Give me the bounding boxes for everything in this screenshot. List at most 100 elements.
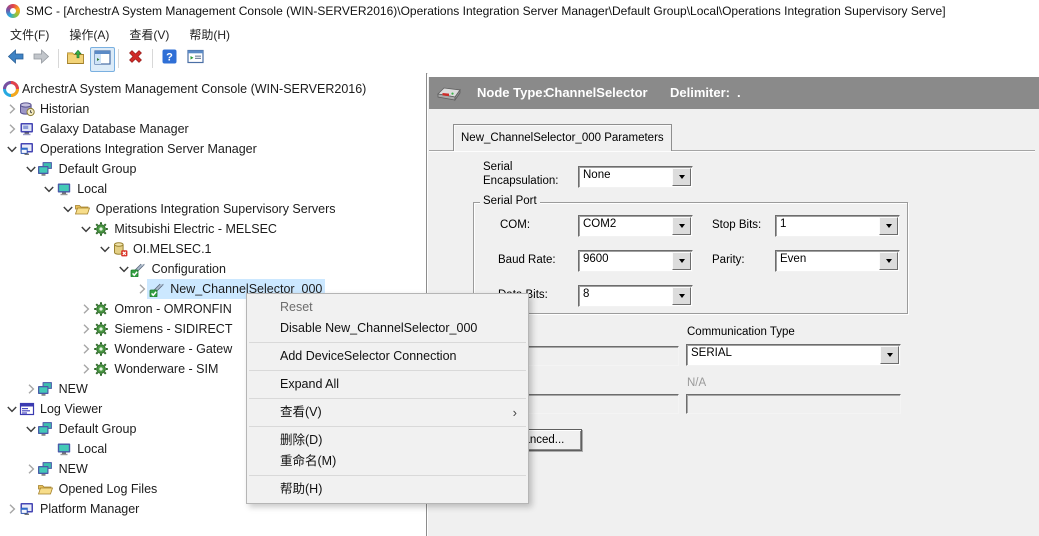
tree-item-label: Local	[74, 179, 110, 199]
toolbar: ?	[0, 44, 1039, 74]
serial-encapsulation-label: Serial	[483, 161, 512, 173]
dropdown-arrow-icon	[879, 217, 898, 235]
tree-item-mitsubishi-electric-melsec[interactable]: Mitsubishi Electric - MELSEC	[0, 219, 426, 239]
forward-icon	[32, 47, 51, 71]
submenu-arrow-icon: ›	[513, 402, 517, 423]
folder-open-icon	[37, 481, 53, 497]
tree-item-operations-integration-server-manager[interactable]: Operations Integration Server Manager	[0, 139, 426, 159]
back-button[interactable]	[4, 47, 27, 70]
tree-item-archestra-system-management-console-win-server2016[interactable]: ArchestrA System Management Console (WIN…	[0, 79, 426, 99]
toolbar-separator	[58, 49, 59, 68]
dropdown-arrow-icon	[880, 346, 899, 364]
context-menu-item-reset: Reset	[247, 297, 528, 318]
tree-item-configuration[interactable]: Configuration	[0, 259, 426, 279]
context-menu-item-add-deviceselector-connection[interactable]: Add DeviceSelector Connection	[247, 346, 528, 367]
tree-item-default-group[interactable]: Default Group	[0, 159, 426, 179]
dropdown-arrow-icon	[879, 252, 898, 270]
monitor-app-icon	[19, 501, 35, 517]
tree-item-label: Galaxy Database Manager	[37, 119, 192, 139]
tree-item-galaxy-database-manager[interactable]: Galaxy Database Manager	[0, 119, 426, 139]
tree-item-label: Default Group	[56, 419, 140, 439]
tree-item-operations-integration-supervisory-servers[interactable]: Operations Integration Supervisory Serve…	[0, 199, 426, 219]
show-console-tree-button[interactable]	[90, 47, 115, 72]
tree-item-label: Siemens - SIDIRECT	[111, 319, 235, 339]
computer-icon	[56, 181, 72, 197]
tree-item-local[interactable]: Local	[0, 179, 426, 199]
computers-group-icon	[37, 461, 53, 477]
tree-item-label: NEW	[56, 459, 91, 479]
communication-type-select[interactable]: SERIAL	[686, 344, 901, 366]
context-menu-item-disable-new-channelselector-000[interactable]: Disable New_ChannelSelector_000	[247, 318, 528, 339]
node-type-header: Node Type: ChannelSelector Delimiter: .	[429, 77, 1039, 109]
tree-item-historian[interactable]: Historian	[0, 99, 426, 119]
tree-item-label: Wonderware - SIM	[111, 359, 221, 379]
computer-icon	[56, 441, 72, 457]
menu-action[interactable]: 操作(A)	[59, 23, 119, 46]
dropdown-arrow-icon	[672, 217, 691, 235]
app-logo-icon	[6, 4, 20, 18]
help-button[interactable]: ?	[158, 47, 181, 70]
serial-encapsulation-select[interactable]: None	[578, 166, 693, 188]
gear-icon	[93, 301, 109, 317]
context-menu: Reset Disable New_ChannelSelector_000 Add …	[246, 293, 529, 504]
up-one-level-icon	[66, 47, 85, 71]
menu-help[interactable]: 帮助(H)	[179, 23, 240, 46]
database-error-icon	[112, 241, 128, 257]
context-menu-item-重命名-m[interactable]: 重命名(M)	[247, 451, 528, 472]
tree-item-label: Default Group	[56, 159, 140, 179]
com-select[interactable]: COM2	[578, 215, 693, 237]
menu-separator	[249, 398, 526, 399]
menu-file[interactable]: 文件(F)	[0, 23, 59, 46]
tree-item-label: Log Viewer	[37, 399, 105, 419]
menu-item-label: 重命名(M)	[280, 454, 336, 468]
tree-item-label: Configuration	[149, 259, 229, 279]
gear-icon	[93, 321, 109, 337]
toolbar-separator	[152, 49, 153, 68]
communication-type-label: Communication Type	[687, 326, 795, 338]
data-bits-select[interactable]: 8	[578, 285, 693, 307]
help-icon: ?	[160, 47, 179, 71]
menu-item-label: Add DeviceSelector Connection	[280, 349, 457, 363]
tree-item-label: Operations Integration Supervisory Serve…	[93, 199, 339, 219]
menu-separator	[249, 475, 526, 476]
tree-item-label: Platform Manager	[37, 499, 142, 519]
monitor-db-icon	[19, 121, 35, 137]
menu-separator	[249, 370, 526, 371]
menu-item-label: 帮助(H)	[280, 482, 322, 496]
context-menu-item-查看-v[interactable]: 查看(V)›	[247, 402, 528, 423]
na-label: N/A	[687, 377, 706, 389]
menu-view[interactable]: 查看(V)	[119, 23, 179, 46]
context-menu-item-帮助-h[interactable]: 帮助(H)	[247, 479, 528, 500]
menu-item-label: 删除(D)	[280, 433, 322, 447]
context-menu-item-删除-d[interactable]: 删除(D)	[247, 430, 528, 451]
baud-rate-select[interactable]: 9600	[578, 250, 693, 272]
window-title: SMC - [ArchestrA System Management Conso…	[26, 4, 946, 18]
dropdown-arrow-icon	[672, 168, 691, 186]
tree-item-label: Operations Integration Server Manager	[37, 139, 260, 159]
menu-separator	[249, 342, 526, 343]
parity-label: Parity:	[712, 254, 745, 266]
tree-item-oi-melsec-1[interactable]: OI.MELSEC.1	[0, 239, 426, 259]
node-type-label: Node Type:	[477, 77, 547, 109]
menu-item-label: Expand All	[280, 377, 339, 391]
export-list-icon	[186, 47, 205, 71]
tab-parameters[interactable]: New_ChannelSelector_000 Parameters	[453, 124, 672, 151]
computers-group-icon	[37, 381, 53, 397]
export-list-button[interactable]	[184, 47, 207, 70]
dropdown-arrow-icon	[672, 252, 691, 270]
up-one-level-button[interactable]	[64, 47, 87, 70]
svg-text:?: ?	[166, 51, 173, 63]
context-menu-item-expand-all[interactable]: Expand All	[247, 374, 528, 395]
tree-item-label: NEW	[56, 379, 91, 399]
gear-icon	[93, 361, 109, 377]
smc-window: SMC - [ArchestrA System Management Conso…	[0, 0, 1039, 536]
parity-select[interactable]: Even	[775, 250, 900, 272]
menu-item-label: Disable New_ChannelSelector_000	[280, 321, 477, 335]
node-type-value: ChannelSelector	[545, 77, 648, 109]
delete-button[interactable]	[124, 47, 147, 70]
device-icon	[435, 81, 463, 110]
computers-group-icon	[37, 161, 53, 177]
tree-item-label: Omron - OMRONFIN	[111, 299, 234, 319]
stop-bits-select[interactable]: 1	[775, 215, 900, 237]
forward-button[interactable]	[30, 47, 53, 70]
